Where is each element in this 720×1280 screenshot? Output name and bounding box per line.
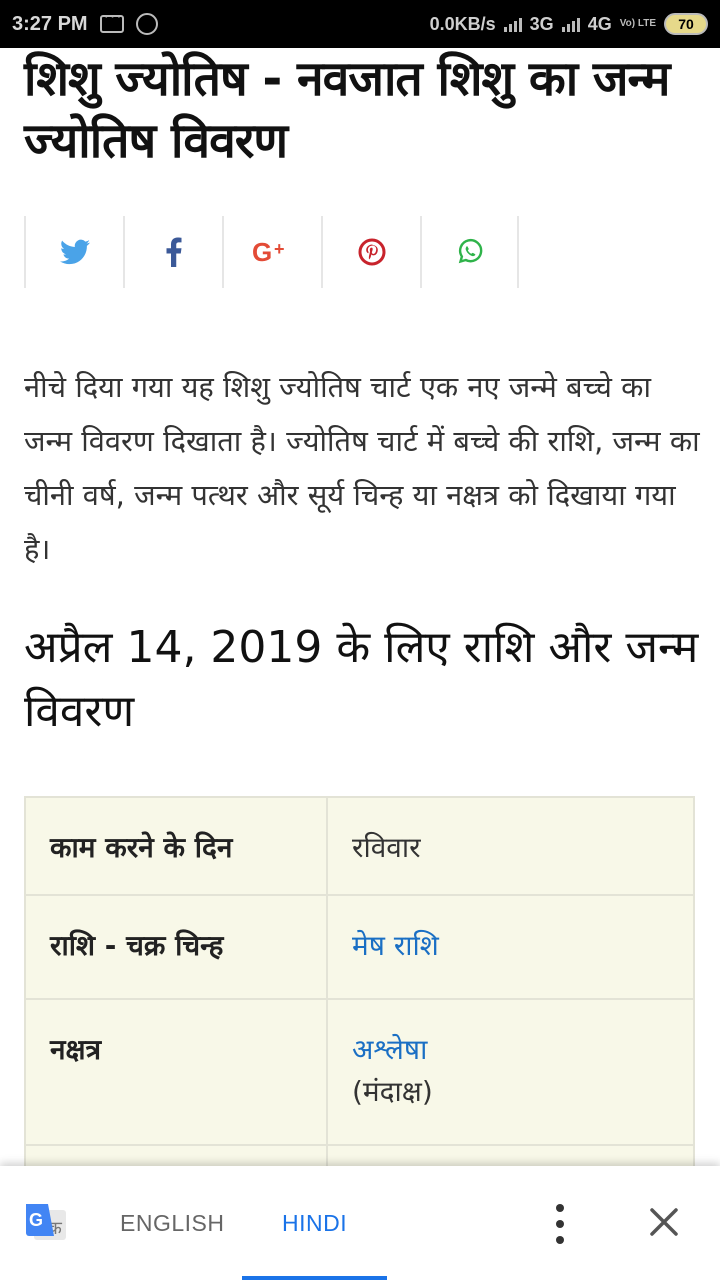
row-value-zodiac-cell: मेष राशि	[326, 894, 695, 1000]
nakshatra-link[interactable]: अश्लेषा	[352, 1033, 427, 1066]
battery-level: 70	[678, 16, 694, 32]
page-title: शिशु ज्योतिष - नवजात शिशु का जन्म ज्योति…	[24, 51, 671, 169]
birth-details-table: काम करने के दिन रविवार राशि - चक्र चिन्ह…	[24, 796, 695, 1206]
more-options-button[interactable]	[548, 1204, 572, 1244]
pinterest-icon	[358, 238, 385, 266]
signal-icon	[561, 16, 580, 32]
signal-icon	[503, 16, 522, 32]
active-tab-indicator	[242, 1276, 387, 1280]
share-bar: G +	[24, 216, 519, 288]
share-google-plus-button[interactable]: G +	[222, 216, 321, 288]
row-label-zodiac: राशि - चक्र चिन्ह	[24, 894, 328, 1000]
dot-icon	[556, 1204, 564, 1212]
google-translate-icon[interactable]: क G	[24, 1202, 68, 1246]
translate-bar: क G ENGLISH HINDI	[0, 1166, 720, 1280]
row-value-weekday: रविवार	[326, 796, 695, 896]
intro-paragraph: नीचे दिया गया यह शिशु ज्योतिष चार्ट एक न…	[24, 370, 700, 566]
whatsapp-icon	[458, 239, 482, 264]
twitter-icon	[59, 239, 90, 265]
google-plus-icon: G +	[252, 239, 285, 265]
row-label-weekday: काम करने के दिन	[24, 796, 328, 896]
network-speed: 0.0KB/s	[429, 13, 496, 34]
status-time: 3:27 PM	[12, 12, 88, 35]
battery-icon: 70	[664, 13, 708, 35]
share-pinterest-button[interactable]	[321, 216, 420, 288]
nakshatra-note: (मंदाक्ष)	[352, 1075, 433, 1108]
whatsapp-notification-icon	[135, 13, 158, 35]
network-type-1: 3G	[529, 13, 554, 34]
table-row: नक्षत्र अश्लेषा (मंदाक्ष)	[24, 998, 695, 1146]
tab-hindi[interactable]: HINDI	[282, 1210, 347, 1237]
network-type-2: 4G	[587, 13, 612, 34]
share-whatsapp-button[interactable]	[420, 216, 519, 288]
close-icon[interactable]	[648, 1206, 680, 1238]
tab-english[interactable]: ENGLISH	[120, 1210, 224, 1237]
status-bar: 3:27 PM 0.0KB/s 3G 4G Vo) LTE 70	[0, 0, 720, 48]
row-value-nakshatra-cell: अश्लेषा (मंदाक्ष)	[326, 998, 695, 1146]
share-facebook-button[interactable]	[123, 216, 222, 288]
table-row: काम करने के दिन रविवार	[24, 796, 695, 896]
dot-icon	[556, 1220, 564, 1228]
dot-icon	[556, 1236, 564, 1244]
message-notification-icon	[99, 8, 124, 33]
section-heading: अप्रैल 14, 2019 के लिए राशि और जन्म विवर…	[24, 622, 699, 737]
svg-text:G: G	[252, 239, 272, 265]
svg-text:G: G	[29, 1210, 43, 1230]
zodiac-link[interactable]: मेष राशि	[352, 929, 439, 962]
facebook-icon	[166, 237, 181, 267]
svg-text:+: +	[274, 239, 285, 259]
row-label-nakshatra: नक्षत्र	[24, 998, 328, 1146]
table-row: राशि - चक्र चिन्ह मेष राशि	[24, 894, 695, 1000]
volte-icon: Vo) LTE	[619, 18, 656, 29]
share-twitter-button[interactable]	[24, 216, 123, 288]
article: शिशु ज्योतिष - नवजात शिशु का जन्म ज्योति…	[24, 48, 704, 1206]
